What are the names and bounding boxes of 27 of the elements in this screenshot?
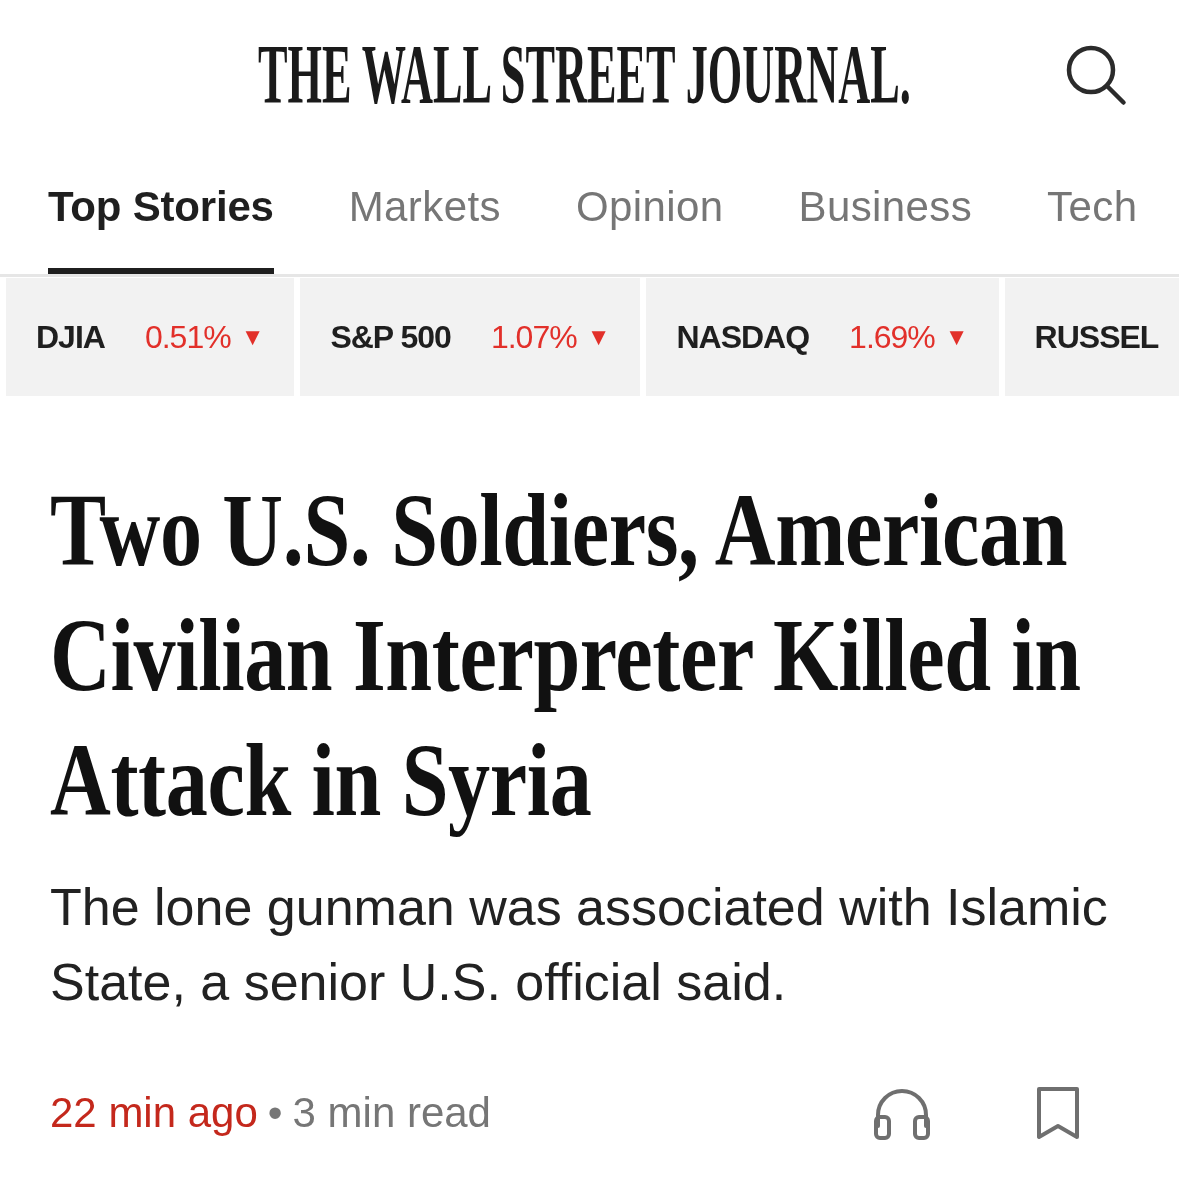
bookmark-icon[interactable]	[1035, 1085, 1081, 1141]
ticker-card[interactable]: RUSSEL	[1004, 278, 1179, 396]
headline: Two U.S. Soldiers, American Civilian Interpreter Killed in Attack in Syria	[50, 471, 1082, 839]
trend-arrow: ▼	[586, 322, 611, 352]
headphones-icon[interactable]	[873, 1086, 931, 1140]
ticker-name: DJIA	[36, 318, 105, 357]
masthead-title: THE WALL STREET JOURNAL.	[258, 40, 911, 110]
separator-dot: •	[267, 1088, 283, 1138]
summary-text: The lone gunman was associated with Islamic State, a senior U.S. official said.	[50, 877, 1109, 1013]
ticker-card[interactable]: DJIA 0.51% ▼	[6, 278, 295, 396]
ticker-name: NASDAQ	[676, 318, 810, 357]
ticker-name: RUSSEL	[1034, 318, 1159, 357]
timestamp: 22 min ago	[50, 1088, 258, 1138]
nav-tab[interactable]: Markets	[348, 184, 501, 274]
nav-tab[interactable]: Tech	[1047, 184, 1138, 274]
nav-tab[interactable]: Opinion	[575, 184, 724, 274]
read-time: 3 min read	[292, 1088, 491, 1138]
ticker-card[interactable]: NASDAQ 1.69% ▼	[646, 278, 999, 396]
ticker-card[interactable]: S&P 500 1.07% ▼	[300, 278, 641, 396]
ticker-change: 1.69%	[849, 318, 935, 357]
ticker-name: S&P 500	[330, 318, 451, 357]
ticker-change: 0.51%	[144, 318, 231, 357]
trend-arrow: ▼	[944, 322, 969, 352]
search-icon[interactable]	[1065, 44, 1127, 106]
nav-tab[interactable]: Business	[798, 184, 973, 274]
trend-arrow: ▼	[240, 322, 265, 352]
ticker-change: 1.07%	[490, 318, 577, 357]
